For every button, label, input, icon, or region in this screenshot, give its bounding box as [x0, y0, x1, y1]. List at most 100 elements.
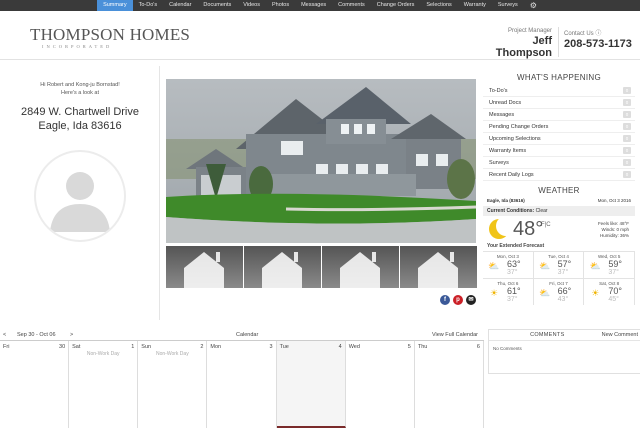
nav-item-comments[interactable]: Comments — [332, 0, 371, 11]
job-address: 2849 W. Chartwell Drive Eagle, Ida 83616 — [0, 105, 160, 133]
comments-title: COMMENTS — [530, 332, 565, 338]
weather-details: Feels like: 48°F Winds: 0 mph Humidity: … — [598, 221, 629, 239]
calendar-header: < Sep 30 - Oct 06 > Calendar View Full C… — [0, 329, 484, 340]
calendar-day[interactable]: Fri 30 — [0, 341, 70, 428]
house-photo[interactable] — [166, 79, 476, 243]
happening-item-label: Warranty Items — [489, 147, 527, 154]
forecast-low: 37° — [507, 269, 518, 276]
weather-date: Mon, Oct 3 2016 — [597, 198, 631, 203]
nav-item-videos[interactable]: Videos — [237, 0, 266, 11]
forecast-day: Mon, Oct 3 ⛅ 63° 37° — [483, 251, 534, 278]
user-silhouette-icon — [50, 172, 110, 232]
sidebar: WHAT'S HAPPENING To-Do's 0 Unread Docs 0 Mes… — [483, 66, 635, 305]
pinterest-icon[interactable]: p — [453, 295, 463, 305]
photo-thumbnail[interactable] — [244, 246, 321, 288]
nav-item-messages[interactable]: Messages — [295, 0, 332, 11]
calendar-day[interactable]: Sun 2 Non-Work Day — [138, 341, 208, 428]
count-badge: 0 — [623, 111, 631, 118]
photo-thumbnail[interactable] — [400, 246, 477, 288]
nav-item-surveys[interactable]: Surveys — [492, 0, 524, 11]
extended-forecast-label: Your Extended Forecast — [487, 243, 545, 249]
nav-item-change-orders[interactable]: Change Orders — [371, 0, 421, 11]
house-placeholder-icon — [262, 252, 302, 288]
happening-item[interactable]: Upcoming Selections 0 — [483, 133, 635, 145]
calendar-day[interactable]: Thu 6 — [415, 341, 484, 428]
photo-thumbnail[interactable] — [166, 246, 243, 288]
view-full-calendar-link[interactable]: View Full Calendar — [432, 332, 478, 338]
forecast-low: 43° — [557, 296, 569, 303]
no-comments-text: No Comments — [493, 346, 522, 351]
happening-item-label: Surveys — [489, 159, 509, 166]
forecast-high: 57° — [557, 259, 572, 269]
new-comment-link[interactable]: New Comment — [602, 332, 640, 338]
nav-item-photos[interactable]: Photos — [266, 0, 295, 11]
photo-thumbnail[interactable] — [322, 246, 399, 288]
count-badge: 0 — [623, 159, 631, 166]
pm-label: Project Manager — [507, 28, 552, 34]
day-name: Sat — [72, 344, 81, 350]
calendar-day[interactable]: Mon 3 — [207, 341, 277, 428]
day-name: Fri — [3, 344, 10, 350]
count-badge: 0 — [623, 135, 631, 142]
gear-icon[interactable]: ⚙ — [524, 0, 543, 11]
forecast-high: 66° — [557, 286, 572, 296]
forecast-day: Tue, Oct 4 ⛅ 57° 37° — [533, 251, 585, 278]
calendar-day[interactable]: Wed 5 — [346, 341, 415, 428]
avatar[interactable] — [34, 150, 126, 242]
day-number: 4 — [338, 344, 342, 350]
partly-cloudy-icon: ⛅ — [539, 261, 551, 271]
calendar-next-button[interactable]: > — [70, 332, 73, 338]
calendar-day[interactable]: Tue 4 — [276, 341, 346, 428]
happening-item[interactable]: Unread Docs 0 — [483, 97, 635, 109]
weather-location: Eagle, Ida (83616) — [487, 198, 525, 203]
nav-item-summary[interactable]: Summary — [97, 0, 133, 11]
contact-us[interactable]: Contact Us ⓘ 208-573-1173 — [564, 28, 638, 50]
temperature-unit-toggle[interactable]: F|C — [541, 222, 551, 228]
happening-item-label: Upcoming Selections — [489, 135, 541, 142]
happening-item[interactable]: Warranty Items 0 — [483, 145, 635, 157]
nav-item-warranty[interactable]: Warranty — [458, 0, 492, 11]
facebook-icon[interactable]: f — [440, 295, 450, 305]
nav-item-calendar[interactable]: Calendar — [163, 0, 197, 11]
project-manager: Project Manager Jeff Thompson — [478, 28, 552, 59]
forecast-day: Fri, Oct 7 ⛅ 66° 43° — [533, 278, 585, 305]
calendar-prev-button[interactable]: < — [3, 332, 6, 338]
count-badge: 0 — [623, 147, 631, 154]
house-placeholder-icon — [184, 252, 224, 288]
nav-item-selections[interactable]: Selections — [420, 0, 457, 11]
weather-title: WEATHER — [538, 186, 580, 195]
day-number: 30 — [59, 344, 66, 350]
top-navigation: Summary To-Do's Calendar Documents Videos Pho… — [0, 0, 640, 11]
forecast-low: 37° — [608, 269, 619, 276]
email-icon[interactable]: ✉ — [466, 295, 476, 305]
social-share: f p ✉ — [440, 295, 476, 305]
comments-panel: COMMENTS New Comment No Comments — [488, 329, 640, 374]
happening-item-label: Unread Docs — [489, 99, 522, 106]
nav-item-to-do-s[interactable]: To-Do's — [133, 0, 163, 11]
nav-item-documents[interactable]: Documents — [197, 0, 237, 11]
forecast-day: Thu, Oct 6 ☀ 61° 37° — [483, 278, 534, 305]
address-line2: Eagle, Ida 83616 — [38, 120, 122, 132]
photo-thumbnails — [166, 246, 477, 288]
forecast-high: 61° — [507, 286, 521, 296]
day-number: 1 — [131, 344, 135, 350]
logo-brand: THOMPSON HOMES — [30, 25, 191, 44]
contact-label[interactable]: Contact Us ⓘ — [564, 28, 638, 37]
contact-phone: 208-573-1173 — [564, 38, 632, 50]
happening-item[interactable]: Messages 0 — [483, 109, 635, 121]
happening-item-label: Recent Daily Logs — [489, 171, 534, 178]
greeting: Hi Robert and Kong-ju Bornstad! Here's a… — [0, 81, 160, 97]
happening-item[interactable]: Pending Change Orders 0 — [483, 121, 635, 133]
happening-item[interactable]: To-Do's 0 — [483, 85, 635, 97]
count-badge: 0 — [623, 87, 631, 94]
calendar-day[interactable]: Sat 1 Non-Work Day — [69, 341, 139, 428]
calendar-title: Calendar — [236, 331, 259, 338]
photo-panel: f p ✉ — [166, 79, 477, 305]
company-logo[interactable]: THOMPSON HOMES INCORPORATED — [30, 25, 190, 49]
happening-item[interactable]: Surveys 0 — [483, 157, 635, 169]
calendar-panel: < Sep 30 - Oct 06 > Calendar View Full C… — [0, 329, 484, 428]
sunny-icon: ☀ — [489, 288, 499, 298]
happening-item[interactable]: Recent Daily Logs 0 — [483, 169, 635, 181]
partly-cloudy-icon: ⛅ — [488, 261, 500, 271]
day-name: Mon — [210, 344, 222, 350]
